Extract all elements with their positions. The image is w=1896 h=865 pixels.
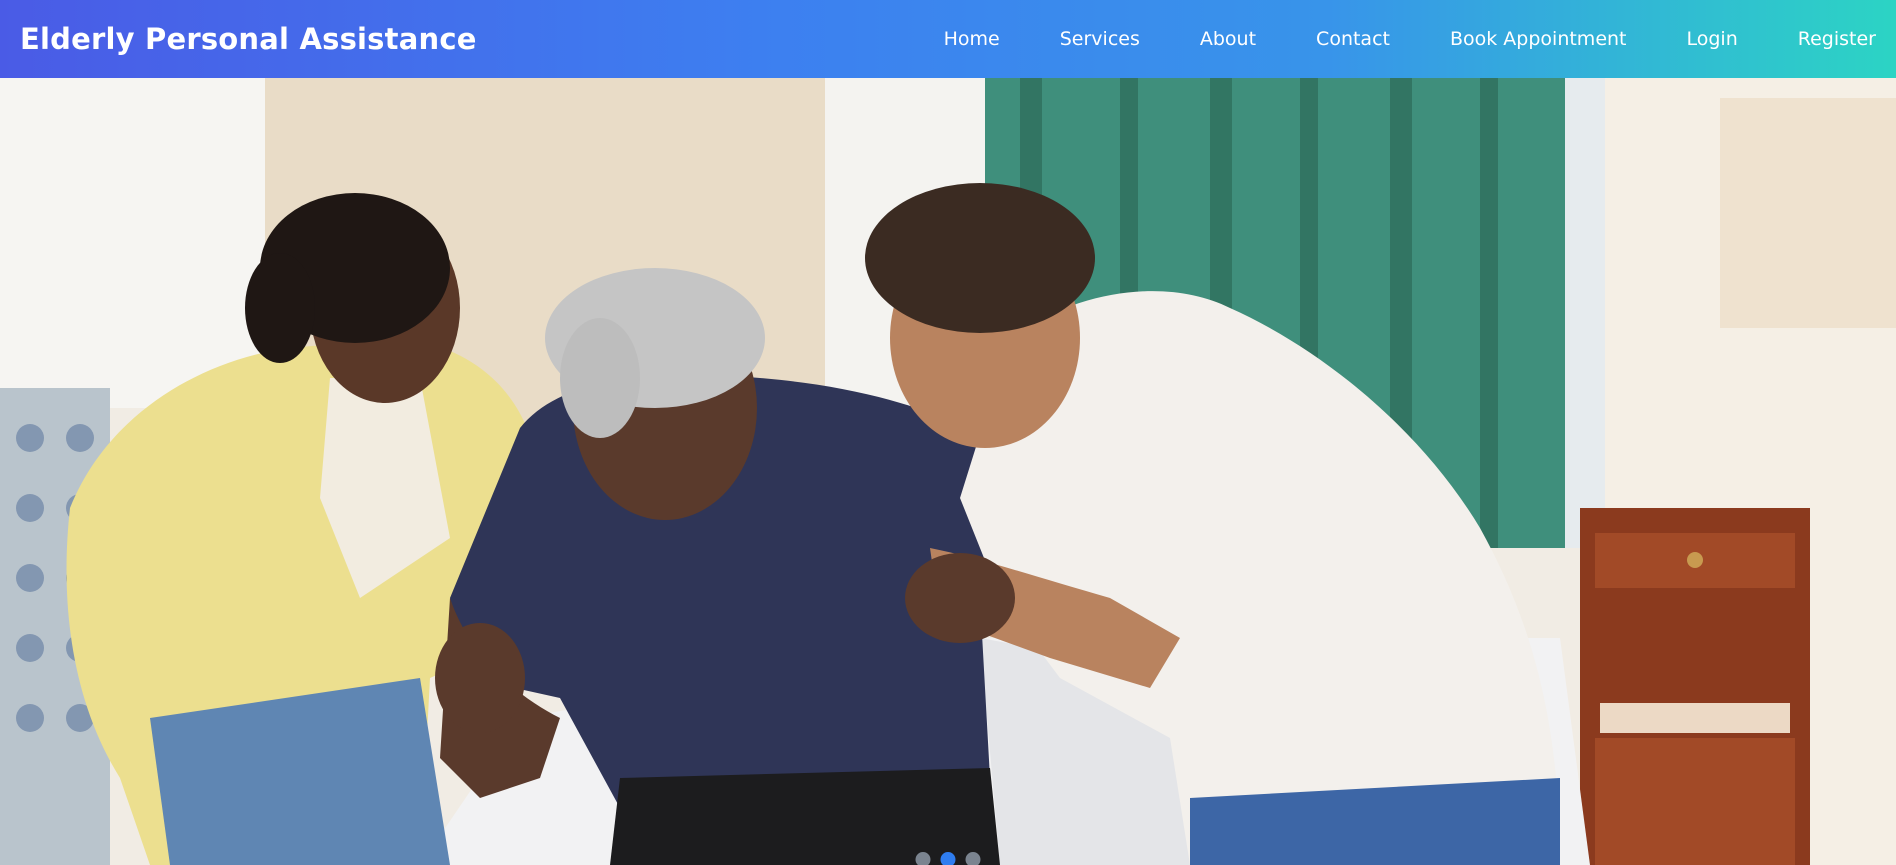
nav-home-link[interactable]: Home xyxy=(914,28,1030,50)
nav-login-link[interactable]: Login xyxy=(1657,28,1768,50)
nav-about-link[interactable]: About xyxy=(1170,28,1286,50)
top-navbar: Elderly Personal Assistance Home Service… xyxy=(0,0,1896,78)
carousel-dot-1[interactable] xyxy=(915,852,931,865)
carousel-dot-2[interactable] xyxy=(940,852,956,865)
carousel-indicators xyxy=(915,852,981,865)
hero-slide-image xyxy=(0,78,1896,865)
nav-contact-link[interactable]: Contact xyxy=(1286,28,1420,50)
nav-register-link[interactable]: Register xyxy=(1768,28,1876,50)
hero-carousel xyxy=(0,78,1896,865)
nav-menu: Home Services About Contact Book Appoint… xyxy=(914,28,1876,50)
nav-book-appointment-link[interactable]: Book Appointment xyxy=(1420,28,1657,50)
site-brand-title[interactable]: Elderly Personal Assistance xyxy=(20,22,477,56)
nav-services-link[interactable]: Services xyxy=(1030,28,1170,50)
carousel-dot-3[interactable] xyxy=(965,852,981,865)
